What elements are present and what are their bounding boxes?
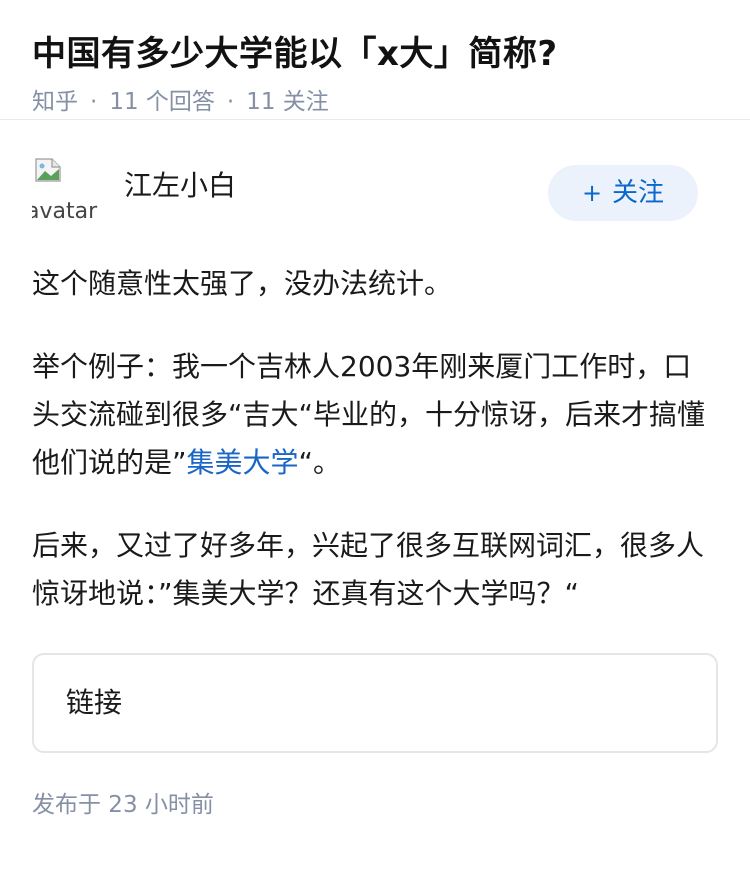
follow-button[interactable]: + 关注 <box>548 165 698 221</box>
avatar[interactable]: avatar <box>32 156 100 224</box>
answer-text: 举个例子：我一个吉林人2003年刚来厦门工作时，口头交流碰到很多“吉大“毕业的，… <box>32 350 706 479</box>
source-label: 知乎 <box>32 89 78 115</box>
meta-separator: · <box>90 89 98 115</box>
link-card[interactable]: 链接 <box>32 653 718 753</box>
question-title[interactable]: 中国有多少大学能以「x大」简称? <box>32 30 718 78</box>
avatar-alt-text: avatar <box>32 199 98 224</box>
publish-time: 发布于 23 小时前 <box>32 792 214 818</box>
author-name[interactable]: 江左小白 <box>124 168 236 204</box>
answer-paragraph: 举个例子：我一个吉林人2003年刚来厦门工作时，口头交流碰到很多“吉大“毕业的，… <box>32 343 718 487</box>
answer-paragraph: 这个随意性太强了，没办法统计。 <box>32 267 453 300</box>
link-card-label: 链接 <box>66 686 123 719</box>
author-row: avatar 江左小白 + 关注 <box>0 120 750 224</box>
broken-image-icon <box>35 158 61 182</box>
answer-content: 这个随意性太强了，没办法统计。 举个例子：我一个吉林人2003年刚来厦门工作时，… <box>0 224 750 618</box>
question-header: 中国有多少大学能以「x大」简称? 知乎 · 11 个回答 · 11 关注 <box>0 0 750 120</box>
answer-text: “。 <box>298 446 342 479</box>
follower-count: 11 关注 <box>246 89 329 115</box>
answer-count[interactable]: 11 个回答 <box>109 89 215 115</box>
meta-separator: · <box>226 89 235 115</box>
answer-paragraph: 后来，又过了好多年，兴起了很多互联网词汇，很多人惊讶地说：”集美大学？还真有这个… <box>32 529 705 610</box>
follow-button-label: 关注 <box>612 178 665 208</box>
question-meta: 知乎 · 11 个回答 · 11 关注 <box>32 86 718 118</box>
plus-icon: + <box>581 179 603 207</box>
school-link[interactable]: 集美大学 <box>187 446 299 479</box>
